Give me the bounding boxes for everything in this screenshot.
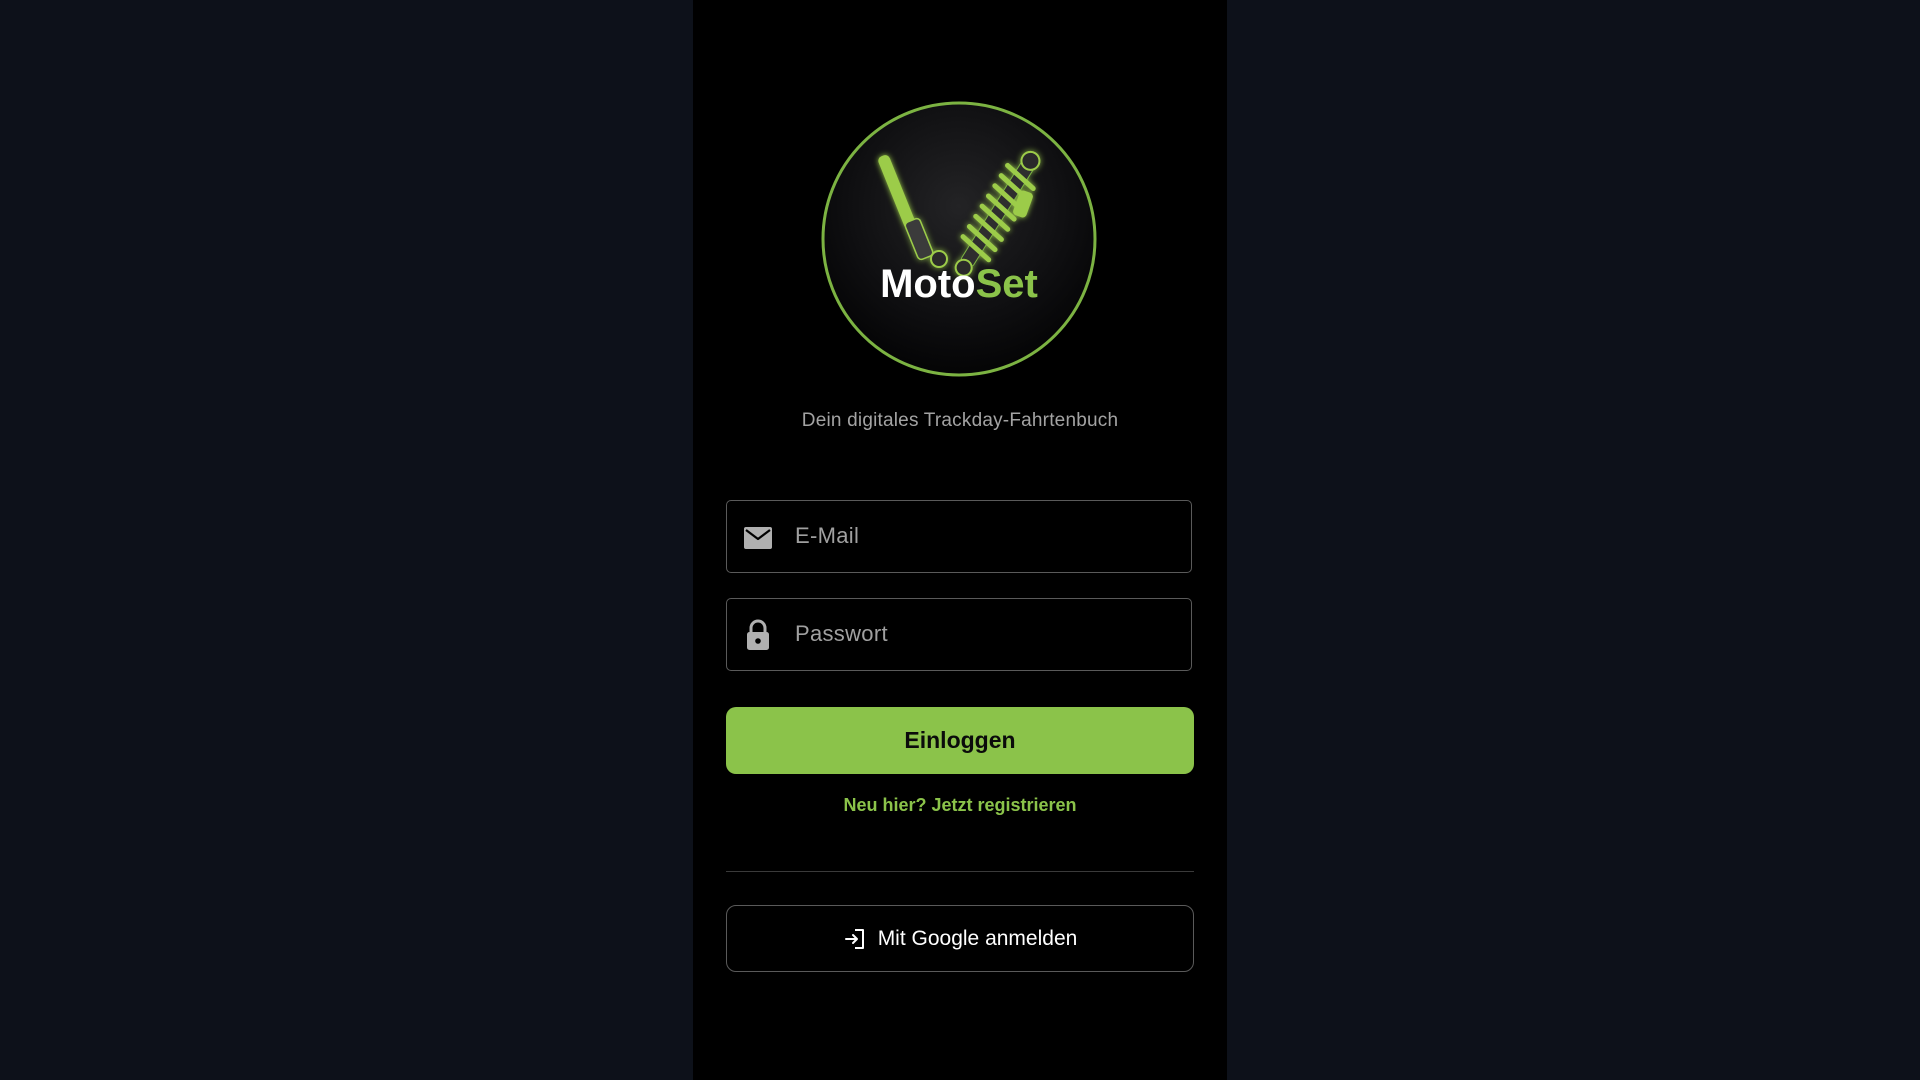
register-link[interactable]: Neu hier? Jetzt registrieren [693, 795, 1227, 816]
password-input[interactable] [795, 599, 1175, 669]
password-field[interactable] [726, 598, 1192, 671]
lock-icon [744, 619, 772, 650]
app-logo: MotoSet [821, 101, 1097, 377]
login-screen: MotoSet Dein digitales Trackday-Fahrtenb… [693, 0, 1227, 1080]
email-field[interactable] [726, 500, 1192, 573]
login-button[interactable]: Einloggen [726, 707, 1194, 774]
email-input[interactable] [795, 501, 1175, 571]
google-signin-label: Mit Google anmelden [877, 926, 1078, 950]
logo-wordmark-primary: Moto [880, 262, 976, 306]
login-icon [843, 927, 867, 951]
logo-wordmark-accent: Set [976, 262, 1038, 306]
mail-icon [744, 525, 772, 551]
google-signin-button[interactable]: Mit Google anmelden [726, 905, 1194, 972]
tagline: Dein digitales Trackday-Fahrtenbuch [801, 410, 1119, 431]
svg-text:MotoSet: MotoSet [880, 262, 1038, 306]
divider [726, 871, 1194, 872]
